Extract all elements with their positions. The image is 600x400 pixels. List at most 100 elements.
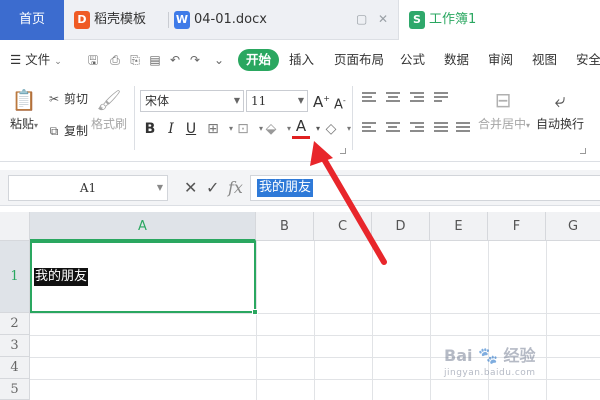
underline-button[interactable]: U: [182, 118, 200, 140]
align-middle-icon[interactable]: [386, 92, 404, 106]
font-color-swatch: [292, 136, 310, 139]
font-size-value: 11: [251, 94, 267, 108]
spreadsheet-icon: S: [409, 10, 425, 29]
paste-button[interactable]: 📋 粘贴▾: [8, 88, 40, 132]
merge-center-label: 合并居中: [478, 117, 527, 131]
format-painter-label: 格式刷: [90, 117, 127, 131]
print-preview-icon[interactable]: ⎙: [108, 52, 122, 68]
paste-label: 粘贴: [9, 117, 34, 131]
menu-page-layout[interactable]: 页面布局: [334, 44, 384, 76]
file-menu[interactable]: ☰ 文件 ⌄: [10, 44, 62, 76]
grid-line: [314, 241, 315, 400]
decrease-font-size-button[interactable]: A-: [334, 92, 346, 114]
font-color-button[interactable]: A: [294, 116, 308, 138]
chevron-down-icon: ▼: [297, 96, 304, 105]
italic-button[interactable]: I: [162, 118, 180, 140]
menu-data[interactable]: 数据: [444, 44, 469, 76]
customize-chevron-icon[interactable]: ⌄: [212, 52, 226, 68]
eraser-icon[interactable]: ◇: [322, 118, 340, 140]
column-header-d[interactable]: D: [372, 212, 430, 241]
text-direction-icon[interactable]: [434, 92, 452, 106]
formula-input[interactable]: 我的朋友: [250, 175, 600, 201]
tab-docx-document[interactable]: W 04-01.docx: [174, 0, 267, 40]
justify-icon[interactable]: [434, 122, 452, 136]
column-header-f[interactable]: F: [488, 212, 546, 241]
grid-line: [430, 241, 431, 400]
insert-function-icon[interactable]: fx: [228, 179, 243, 197]
bold-button[interactable]: B: [141, 118, 159, 140]
tab-daoke-templates[interactable]: D 稻壳模板: [74, 0, 146, 40]
tab-daoke-label: 稻壳模板: [94, 12, 147, 27]
confirm-icon[interactable]: ✓: [206, 179, 219, 197]
row-header-5[interactable]: 5: [0, 379, 30, 400]
row-header-2[interactable]: 2: [0, 313, 30, 335]
print-icon[interactable]: ⎘: [128, 52, 142, 68]
tab-workbook[interactable]: S 工作簿1: [398, 0, 600, 40]
tab-workbook-label: 工作簿1: [429, 12, 477, 27]
menu-bar: ☰ 文件 ⌄ 🖫 ⎙ ⎘ ▤ ↶ ↷ ⌄ 开始 插入 页面布局 公式 数据 审阅…: [0, 44, 600, 76]
column-header-e[interactable]: E: [430, 212, 488, 241]
merge-style-icon[interactable]: ⊡: [234, 118, 252, 140]
font-name-select[interactable]: 宋体 ▼: [140, 90, 244, 112]
cancel-icon[interactable]: ✕: [184, 179, 197, 197]
menu-view[interactable]: 视图: [532, 44, 557, 76]
font-dialog-launcher-icon[interactable]: [340, 148, 346, 154]
menu-formulas[interactable]: 公式: [400, 44, 425, 76]
column-header-a[interactable]: A: [30, 212, 256, 241]
align-center-icon[interactable]: [386, 122, 404, 136]
font-name-value: 宋体: [145, 94, 170, 108]
grid-line: [30, 313, 600, 314]
fill-color-icon[interactable]: ⬙: [262, 118, 280, 140]
align-bottom-icon[interactable]: [410, 92, 428, 106]
undo-icon[interactable]: ↶: [168, 52, 182, 68]
chevron-down-icon: ▼: [233, 96, 240, 105]
export-icon[interactable]: ▤: [148, 52, 162, 68]
menu-insert[interactable]: 插入: [289, 44, 314, 76]
save-icon[interactable]: 🖫: [86, 52, 100, 68]
redo-icon[interactable]: ↷: [188, 52, 202, 68]
close-tab-icon[interactable]: ✕: [378, 12, 388, 26]
align-right-icon[interactable]: [410, 122, 428, 136]
column-header-b[interactable]: B: [256, 212, 314, 241]
formula-input-value: 我的朋友: [257, 179, 314, 197]
borders-icon[interactable]: ⊞: [204, 118, 222, 140]
format-painter-button[interactable]: 🖌 格式刷: [90, 88, 128, 132]
title-tab-bar: 首页 D 稻壳模板 W 04-01.docx ▢ ✕ S 工作簿1: [0, 0, 600, 40]
watermark-brand2: 经验: [503, 346, 536, 365]
alignment-dialog-launcher-icon[interactable]: [580, 148, 586, 154]
fill-handle[interactable]: [252, 309, 258, 315]
chevron-down-icon: ▾: [34, 121, 39, 130]
column-header-g[interactable]: G: [546, 212, 600, 241]
copy-button[interactable]: ⧉ 复制: [46, 122, 88, 140]
daoke-logo-icon: D: [74, 10, 90, 29]
menu-security[interactable]: 安全: [576, 44, 600, 76]
copy-icon: ⧉: [49, 124, 59, 138]
watermark-url: jingyan.baidu.com: [444, 368, 536, 378]
select-all-corner[interactable]: [0, 212, 30, 241]
align-top-icon[interactable]: [362, 92, 380, 106]
tab-home[interactable]: 首页: [0, 0, 64, 40]
menu-review[interactable]: 审阅: [488, 44, 513, 76]
chevron-down-icon[interactable]: ▾: [340, 118, 358, 140]
distribute-icon[interactable]: [456, 122, 474, 136]
row-header-1[interactable]: 1: [0, 241, 30, 313]
name-box[interactable]: A1 ▼: [8, 175, 168, 201]
paw-logo-icon: 🐾: [472, 346, 504, 365]
cell-a1[interactable]: 我的朋友: [30, 241, 258, 315]
row-header-4[interactable]: 4: [0, 357, 30, 379]
align-left-icon[interactable]: [362, 122, 380, 136]
wrap-text-button[interactable]: ⤶ 自动换行: [536, 88, 584, 132]
merge-cells-icon: ⊟: [494, 88, 512, 112]
clipboard-icon: 📋: [11, 88, 37, 112]
merge-center-button[interactable]: ⊟ 合并居中▾: [478, 88, 530, 132]
monitor-icon[interactable]: ▢: [356, 12, 367, 26]
menu-start[interactable]: 开始: [238, 49, 280, 71]
font-size-select[interactable]: 11 ▼: [246, 90, 308, 112]
row-header-3[interactable]: 3: [0, 335, 30, 357]
increase-font-size-button[interactable]: A+: [313, 90, 330, 111]
ribbon-toolbar: 📋 粘贴▾ ✂ 剪切 ⧉ 复制 🖌 格式刷 宋体 ▼ 11 ▼ A+ A- B I …: [0, 78, 600, 162]
wrap-text-label: 自动换行: [536, 117, 585, 131]
column-header-c[interactable]: C: [314, 212, 372, 241]
cut-button[interactable]: ✂ 剪切: [46, 90, 88, 108]
baidu-watermark: Bai 🐾 经验 jingyan.baidu.com: [444, 342, 594, 392]
